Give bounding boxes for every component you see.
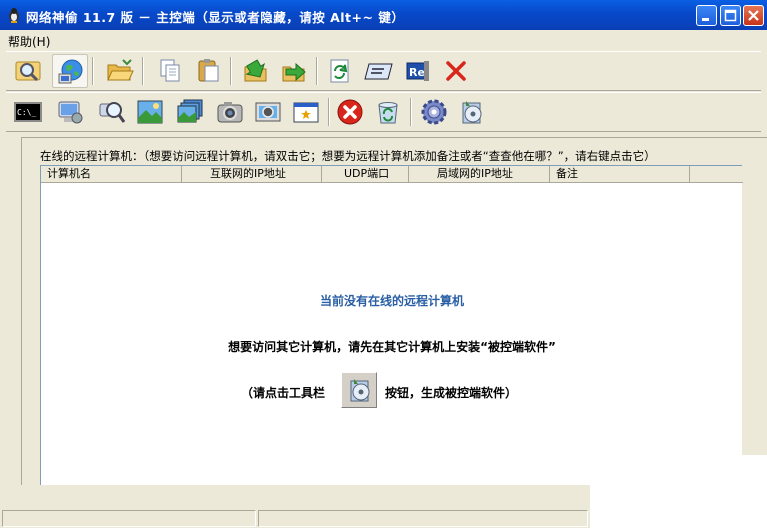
settings-icon — [421, 99, 447, 125]
column-filler — [690, 166, 743, 183]
video-capture-button[interactable] — [250, 95, 286, 129]
recycle-button[interactable] — [370, 95, 406, 129]
search-remote-button[interactable] — [94, 95, 130, 129]
upload-icon — [282, 62, 306, 82]
tools-toolbar: C:\_ — [6, 92, 761, 132]
stop-icon — [337, 99, 363, 125]
app-icon — [9, 8, 19, 23]
title-bar[interactable]: 网络神偷 11.7 版 － 主控端（显示或者隐藏，请按 Alt+~ 键） — [0, 0, 767, 30]
recycle-icon — [378, 102, 398, 124]
column-computer-name[interactable]: 计算机名 — [41, 166, 182, 183]
webcam-icon — [217, 102, 243, 123]
empty-state-hint: 想要访问其它计算机，请先在其它计算机上安装“被控端软件” — [228, 340, 556, 354]
open-folder-button[interactable] — [102, 54, 138, 88]
refresh-button[interactable] — [322, 54, 358, 88]
rename-icon — [364, 63, 393, 80]
screen-monitor-icon — [177, 99, 203, 123]
column-lan-ip[interactable]: 局域网的IP地址 — [409, 166, 550, 183]
main-window: 网络神偷 11.7 版 － 主控端（显示或者隐藏，请按 Alt+~ 键） 帮助(… — [0, 0, 767, 528]
online-computers-panel: 在线的远程计算机：（想要访问远程计算机，请双击它；想要为远程计算机添加备注或者“… — [21, 137, 767, 508]
search-computers-icon — [15, 61, 41, 82]
window-manager-icon — [293, 102, 319, 123]
empty-state-instruction-suffix: 按钮，生成被控端软件） — [385, 386, 518, 400]
search-remote-icon — [99, 102, 126, 123]
remote-computer-icon — [58, 101, 83, 124]
column-udp-port[interactable]: UDP端口 — [322, 166, 409, 183]
window-manager-button[interactable] — [288, 95, 324, 129]
status-pane-1 — [2, 510, 256, 527]
settings-button[interactable] — [416, 95, 452, 129]
video-capture-icon — [255, 102, 281, 122]
toolbar-separator — [142, 57, 144, 85]
minimize-button[interactable] — [696, 5, 717, 26]
registry-icon: Re — [406, 61, 429, 81]
close-button[interactable] — [743, 5, 764, 26]
copy-button[interactable] — [152, 54, 188, 88]
main-toolbar: Re — [6, 51, 761, 91]
column-internet-ip[interactable]: 互联网的IP地址 — [182, 166, 322, 183]
empty-state-instruction: （请点击工具栏 按钮，生成被控端软件） — [41, 372, 743, 412]
menu-help[interactable]: 帮助(H) — [8, 33, 50, 50]
stop-button[interactable] — [332, 95, 368, 129]
toolbar-separator — [316, 57, 318, 85]
download-icon — [244, 59, 267, 82]
upload-button[interactable] — [276, 54, 312, 88]
delete-button[interactable] — [438, 54, 474, 88]
empty-state-title: 当前没有在线的远程计算机 — [319, 294, 464, 308]
svg-text:C:\_: C:\_ — [17, 108, 36, 117]
delete-icon — [446, 61, 466, 81]
network-globe-button[interactable] — [52, 54, 88, 88]
generate-server-icon — [350, 379, 370, 402]
remote-computer-button[interactable] — [52, 95, 88, 129]
search-computers-button[interactable] — [10, 54, 46, 88]
download-button[interactable] — [238, 54, 274, 88]
refresh-icon — [330, 59, 349, 83]
copy-icon — [160, 59, 180, 82]
webcam-button[interactable] — [212, 95, 248, 129]
toolbar-separator — [230, 57, 232, 85]
paste-icon — [198, 59, 219, 82]
screenshot-icon — [137, 100, 163, 124]
toolbar-separator — [328, 98, 330, 126]
command-prompt-button[interactable]: C:\_ — [10, 95, 46, 129]
open-folder-icon — [107, 59, 134, 81]
list-header: 计算机名 互联网的IP地址 UDP端口 局域网的IP地址 备注 — [41, 166, 743, 183]
menu-bar: 帮助(H) — [0, 30, 767, 50]
toolbar-separator — [410, 98, 412, 126]
toolbar-separator — [92, 57, 94, 85]
paste-button[interactable] — [190, 54, 226, 88]
status-bar — [0, 508, 590, 528]
generate-server-icon — [462, 101, 482, 124]
window-title: 网络神偷 11.7 版 － 主控端（显示或者隐藏，请按 Alt+~ 键） — [26, 10, 405, 25]
network-globe-icon — [58, 59, 83, 84]
empty-state-instruction-prefix: （请点击工具栏 — [241, 386, 326, 400]
maximize-button[interactable] — [720, 5, 741, 26]
column-remark[interactable]: 备注 — [550, 166, 690, 183]
panel-instruction: 在线的远程计算机：（想要访问远程计算机，请双击它；想要为远程计算机添加备注或者“… — [40, 149, 656, 163]
generate-server-button[interactable] — [454, 95, 490, 129]
screenshot-button[interactable] — [132, 95, 168, 129]
background-area — [590, 455, 767, 528]
status-pane-2 — [258, 510, 588, 527]
registry-button[interactable]: Re — [400, 54, 436, 88]
command-prompt-icon: C:\_ — [14, 102, 42, 122]
panel-bottom-strip — [0, 485, 590, 508]
svg-text:Re: Re — [409, 66, 425, 79]
screen-monitor-button[interactable] — [172, 95, 208, 129]
rename-button[interactable] — [360, 54, 396, 88]
generate-server-shortcut-button[interactable] — [341, 372, 377, 408]
